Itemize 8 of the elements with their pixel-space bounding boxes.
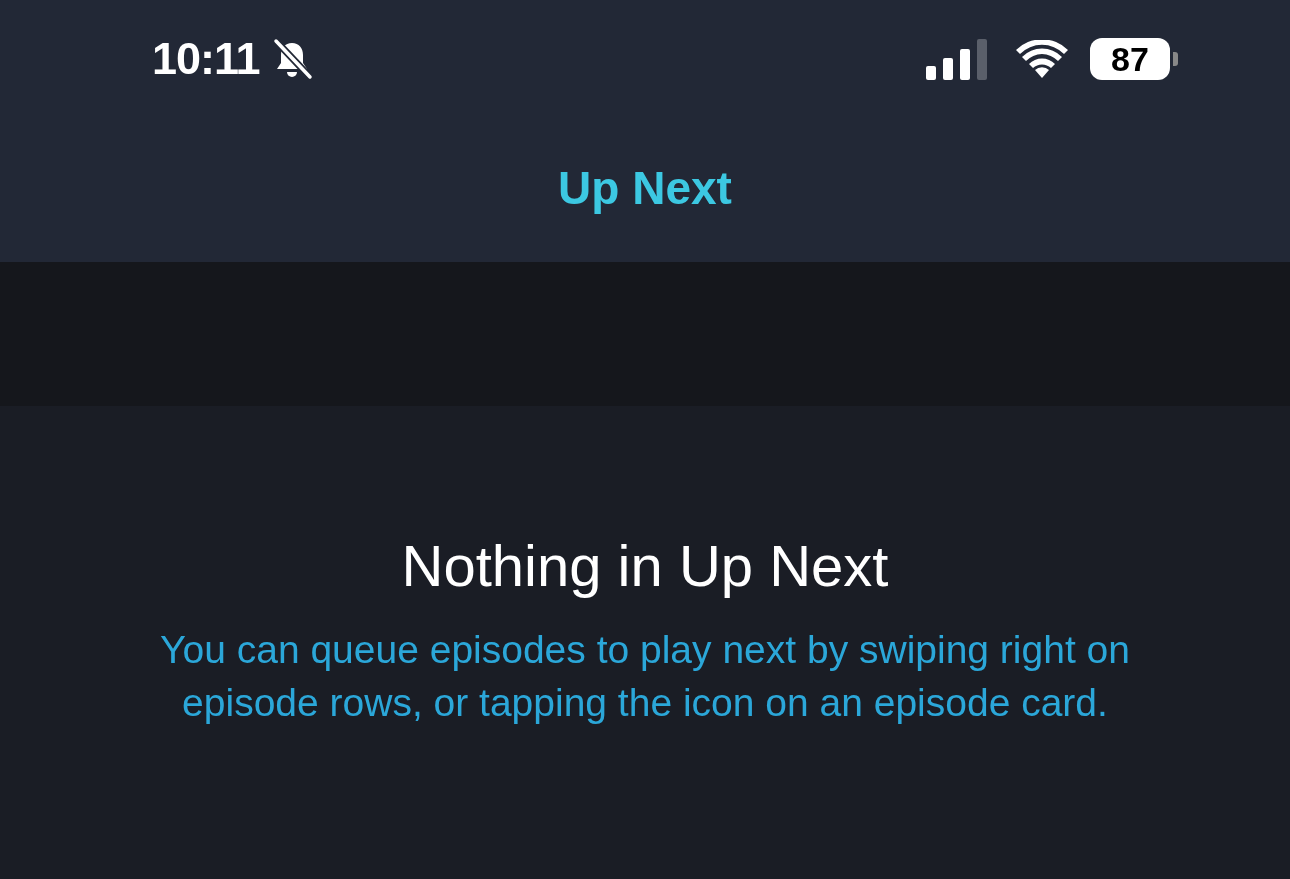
empty-message: You can queue episodes to play next by swiping right on episode rows, or tapping the icon on an episode card. [159,627,1131,726]
empty-title: Nothing in Up Next [401,532,889,600]
wifi-icon [1016,40,1068,78]
signal-icon [926,38,990,80]
battery-cap [1173,52,1178,66]
battery-level: 87 [1090,38,1170,80]
status-time: 10:11 [152,33,260,85]
nav-title: Up Next [558,161,732,215]
